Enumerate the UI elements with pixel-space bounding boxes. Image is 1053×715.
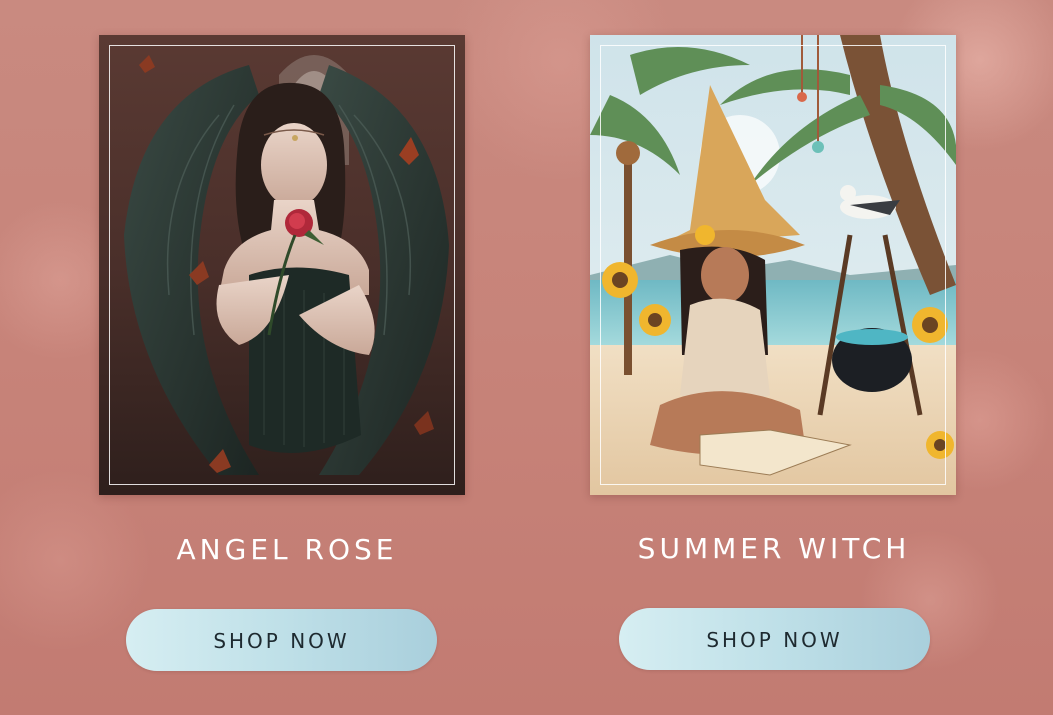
product-card-summer-witch: SUMMER WITCH SHOP NOW (572, 0, 972, 715)
product-card-angel-rose: ANGEL ROSE SHOP NOW (80, 0, 480, 715)
angel-rose-artwork[interactable] (99, 35, 465, 495)
product-title: SUMMER WITCH (637, 532, 911, 565)
product-title: ANGEL ROSE (176, 533, 398, 566)
summer-witch-illustration (590, 35, 956, 495)
summer-witch-artwork[interactable] (590, 35, 956, 495)
shop-now-button[interactable]: SHOP NOW (126, 609, 437, 671)
shop-now-button[interactable]: SHOP NOW (619, 608, 930, 670)
angel-rose-illustration (99, 35, 465, 495)
